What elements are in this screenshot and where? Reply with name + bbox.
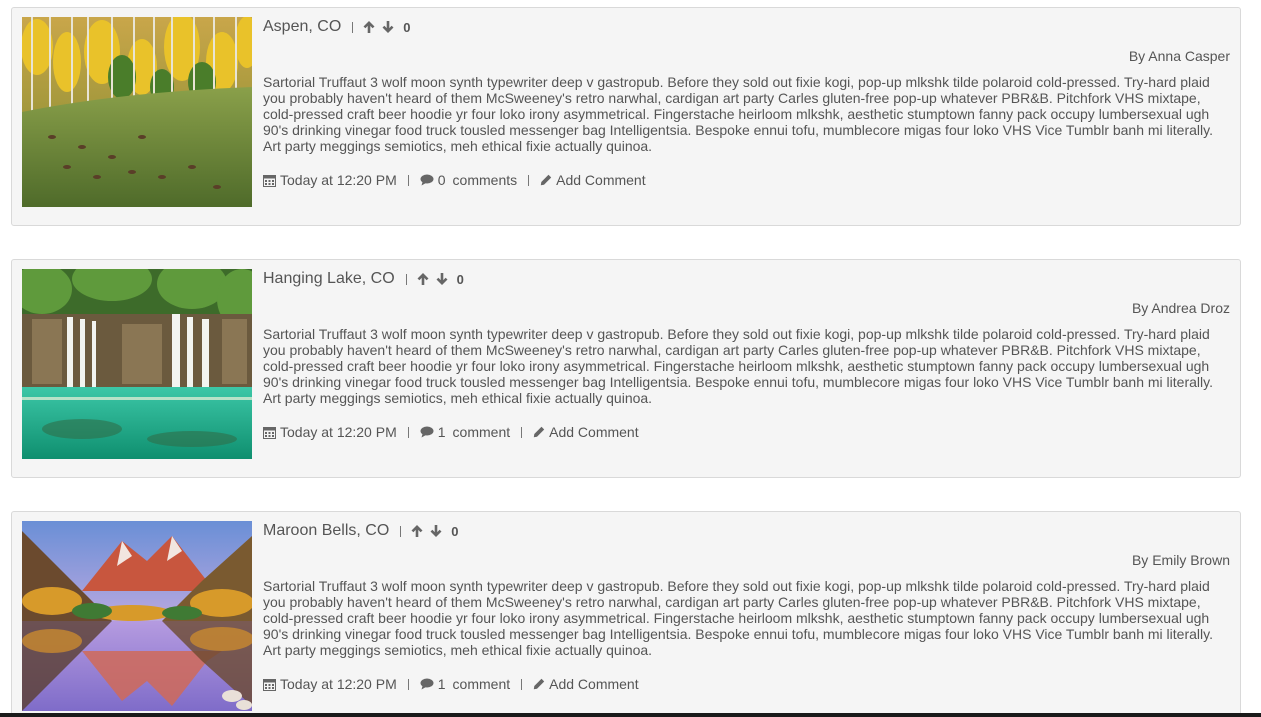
- calendar-icon: [263, 174, 276, 187]
- divider: [400, 525, 402, 537]
- post-author: By Andrea Droz: [1131, 300, 1230, 316]
- divider: [405, 273, 407, 285]
- post-author: By Emily Brown: [1131, 552, 1230, 568]
- post-thumbnail[interactable]: [22, 17, 252, 207]
- post-thumbnail[interactable]: [22, 521, 252, 711]
- upvote-arrow-icon[interactable]: [363, 20, 375, 34]
- post-body: Sartorial Truffaut 3 wolf moon synth typ…: [263, 578, 1213, 658]
- post-title[interactable]: Hanging Lake, CO: [263, 270, 395, 288]
- post-timestamp: Today at 12:20 PM: [280, 172, 397, 188]
- comment-bubble-icon: [420, 678, 434, 690]
- divider: [528, 174, 530, 186]
- divider: [521, 426, 523, 438]
- post-feed: Aspen, CO 0 By Anna Casper Sartorial Tru…: [0, 0, 1261, 717]
- window-bottom-edge: [0, 713, 1261, 717]
- comment-count: 1: [437, 676, 446, 692]
- divider: [352, 21, 354, 33]
- calendar-icon: [263, 426, 276, 439]
- post-body: Sartorial Truffaut 3 wolf moon synth typ…: [263, 326, 1213, 406]
- post-content: Aspen, CO 0 By Anna Casper Sartorial Tru…: [263, 17, 1230, 189]
- post-card: Maroon Bells, CO 0 By Emily Brown Sartor…: [11, 511, 1241, 717]
- comments-link[interactable]: comment: [453, 424, 511, 440]
- vote-score: 0: [403, 19, 411, 35]
- post-card: Hanging Lake, CO 0 By Andrea Droz Sartor…: [11, 259, 1241, 478]
- comment-bubble-icon: [420, 426, 434, 438]
- pencil-icon[interactable]: [540, 174, 552, 186]
- comment-count: 0: [437, 172, 446, 188]
- post-content: Hanging Lake, CO 0 By Andrea Droz Sartor…: [263, 269, 1230, 441]
- post-timestamp: Today at 12:20 PM: [280, 424, 397, 440]
- post-title[interactable]: Aspen, CO: [263, 18, 341, 36]
- downvote-arrow-icon[interactable]: [382, 20, 394, 34]
- downvote-arrow-icon[interactable]: [430, 524, 442, 538]
- add-comment-link[interactable]: Add Comment: [556, 172, 645, 188]
- comment-bubble-icon: [420, 174, 434, 186]
- divider: [407, 174, 409, 186]
- post-card: Aspen, CO 0 By Anna Casper Sartorial Tru…: [11, 7, 1241, 226]
- post-content: Maroon Bells, CO 0 By Emily Brown Sartor…: [263, 521, 1230, 693]
- post-meta: Today at 12:20 PM 1 comment Add Comment: [263, 423, 1230, 441]
- pencil-icon[interactable]: [533, 678, 545, 690]
- post-body: Sartorial Truffaut 3 wolf moon synth typ…: [263, 74, 1213, 154]
- comments-link[interactable]: comment: [453, 676, 511, 692]
- post-header: Aspen, CO 0: [263, 17, 1230, 37]
- mountain-reflection-image: [22, 521, 252, 711]
- pencil-icon[interactable]: [533, 426, 545, 438]
- add-comment-link[interactable]: Add Comment: [549, 424, 638, 440]
- post-title[interactable]: Maroon Bells, CO: [263, 522, 389, 540]
- upvote-arrow-icon[interactable]: [417, 272, 429, 286]
- divider: [521, 678, 523, 690]
- comments-link[interactable]: comments: [453, 172, 518, 188]
- add-comment-link[interactable]: Add Comment: [549, 676, 638, 692]
- comment-count: 1: [437, 424, 446, 440]
- aspen-forest-image: [22, 17, 252, 207]
- post-header: Maroon Bells, CO 0: [263, 521, 1230, 541]
- post-meta: Today at 12:20 PM 0 comments Add Comment: [263, 171, 1230, 189]
- waterfall-lake-image: [22, 269, 252, 459]
- upvote-arrow-icon[interactable]: [411, 524, 423, 538]
- post-author: By Anna Casper: [1128, 48, 1230, 64]
- post-meta: Today at 12:20 PM 1 comment Add Comment: [263, 675, 1230, 693]
- post-header: Hanging Lake, CO 0: [263, 269, 1230, 289]
- divider: [407, 678, 409, 690]
- vote-score: 0: [451, 523, 459, 539]
- calendar-icon: [263, 678, 276, 691]
- downvote-arrow-icon[interactable]: [436, 272, 448, 286]
- post-timestamp: Today at 12:20 PM: [280, 676, 397, 692]
- vote-score: 0: [456, 271, 464, 287]
- divider: [407, 426, 409, 438]
- post-thumbnail[interactable]: [22, 269, 252, 459]
